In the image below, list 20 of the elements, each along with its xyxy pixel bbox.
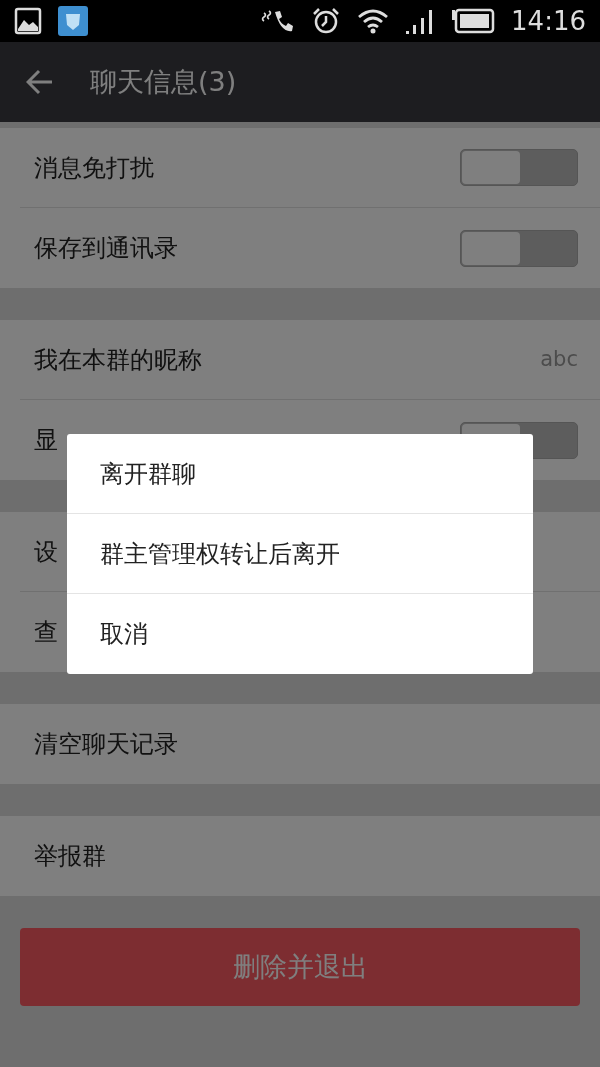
wifi-icon (357, 8, 390, 34)
screen-title: 聊天信息(3) (90, 64, 237, 99)
setting-label: 保存到通讯录 (34, 233, 178, 264)
dialog-option[interactable]: 群主管理权转让后离开 (67, 514, 533, 594)
toggle-switch[interactable] (460, 229, 578, 267)
setting-label: 查 (34, 617, 58, 648)
setting-label: 举报群 (34, 841, 106, 872)
setting-label: 我在本群的昵称 (34, 344, 202, 376)
setting-label: 显 (34, 425, 58, 456)
setting-label: 消息免打扰 (34, 152, 154, 184)
clock-time: 14:16 (511, 4, 586, 38)
back-arrow-icon[interactable] (26, 69, 54, 95)
shield-icon (58, 6, 88, 36)
setting-label: 清空聊天记录 (34, 729, 178, 760)
toggle-switch[interactable] (460, 149, 578, 186)
battery-icon (451, 8, 496, 34)
image-icon (14, 7, 42, 35)
dialog-option[interactable]: 离开群聊 (67, 434, 533, 514)
setting-label: 设 (34, 536, 58, 568)
dialog-option[interactable]: 取消 (67, 594, 533, 674)
